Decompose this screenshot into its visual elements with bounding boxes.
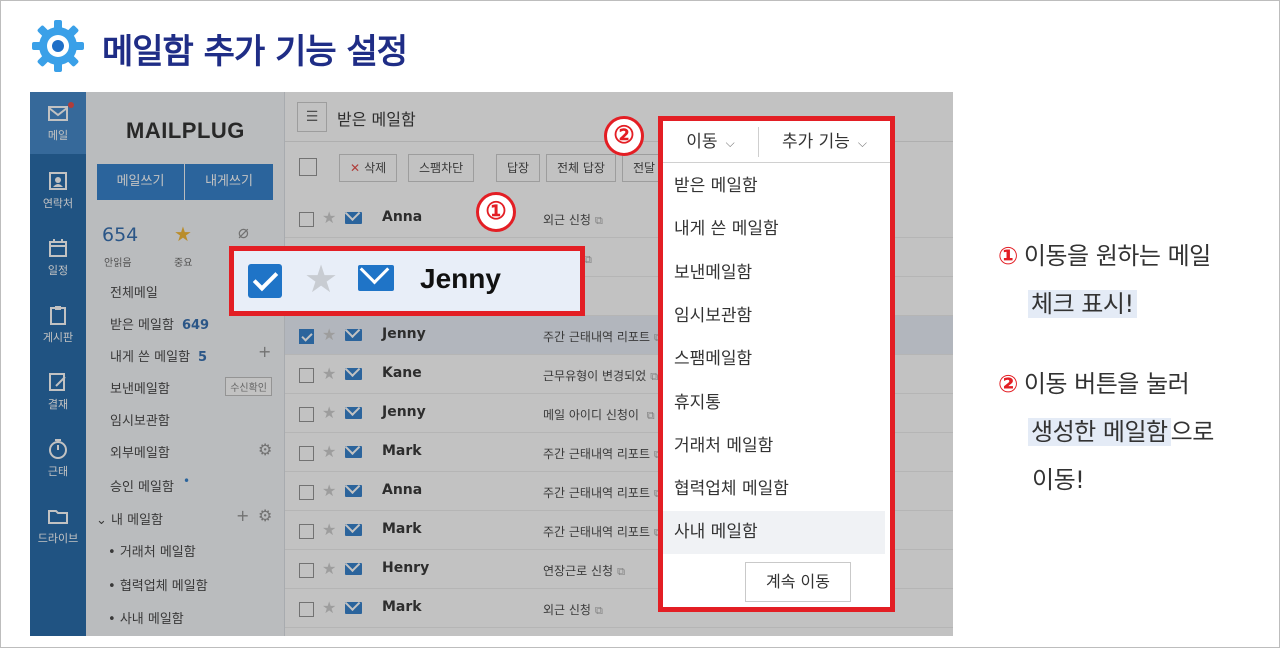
step-number: ① xyxy=(998,242,1018,270)
button-label: 이동 xyxy=(686,132,718,152)
step-badge-2: ② xyxy=(604,116,644,156)
page-title: 메일함 추가 기능 설정 xyxy=(102,32,408,72)
zoomed-selected-row: ★ Jenny xyxy=(229,246,585,316)
menu-item-mailbox[interactable]: 임시보관함 xyxy=(663,295,885,338)
highlighted-text: 체크 표시! xyxy=(1028,290,1137,318)
note-step-1-line-1: ① 이동을 원하는 메일 xyxy=(998,236,1211,271)
extra-features-button[interactable]: 추가 기능 ⌵ xyxy=(759,121,890,163)
menu-item-mailbox[interactable]: 사내 메일함 xyxy=(663,511,885,555)
button-label: 추가 기능 xyxy=(781,132,850,152)
chevron-down-icon: ⌵ xyxy=(725,136,735,150)
note-text: 으로 xyxy=(1170,418,1215,446)
chevron-down-icon: ⌵ xyxy=(857,136,868,150)
step-number: ② xyxy=(998,370,1018,398)
step-badge-1: ① xyxy=(476,192,516,232)
mail-icon xyxy=(358,265,394,291)
highlighted-text: 생성한 메일함 xyxy=(1028,418,1171,446)
menu-item-mailbox[interactable]: 협력업체 메일함 xyxy=(663,468,885,511)
note-step-2-line-1: ② 이동 버튼을 눌러 xyxy=(998,364,1190,399)
note-step-1-line-2: 체크 표시! xyxy=(1028,284,1137,319)
continue-move-button[interactable]: 계속 이동 xyxy=(745,562,851,602)
move-button[interactable]: 이동 ⌵ xyxy=(663,121,758,163)
menu-item-mailbox[interactable]: 받은 메일함 xyxy=(663,165,885,208)
menu-item-mailbox[interactable]: 거래처 메일함 xyxy=(663,425,885,468)
menu-item-mailbox[interactable]: 보낸메일함 xyxy=(663,252,885,295)
star-icon[interactable]: ★ xyxy=(304,257,338,301)
note-text: 이동을 원하는 메일 xyxy=(1023,242,1211,270)
menu-item-mailbox[interactable]: 내게 쓴 메일함 xyxy=(663,208,885,251)
note-text: 이동 버튼을 눌러 xyxy=(1023,370,1190,398)
note-step-2-line-2: 생성한 메일함 으로 xyxy=(1028,412,1214,447)
gear-icon xyxy=(32,20,84,72)
note-step-2-line-3: 이동! xyxy=(1032,466,1085,494)
menu-item-mailbox[interactable]: 스팸메일함 xyxy=(663,338,885,381)
move-dropdown-menu: 이동 ⌵ 추가 기능 ⌵ 받은 메일함 내게 쓴 메일함 보낸메일함 임시보관함 스팸메일함… xyxy=(658,116,895,612)
checkbox-checked[interactable] xyxy=(248,264,282,298)
menu-item-mailbox[interactable]: 휴지통 xyxy=(663,382,885,425)
sender-name: Jenny xyxy=(420,263,501,294)
menu-tabs: 이동 ⌵ 추가 기능 ⌵ xyxy=(663,121,890,163)
